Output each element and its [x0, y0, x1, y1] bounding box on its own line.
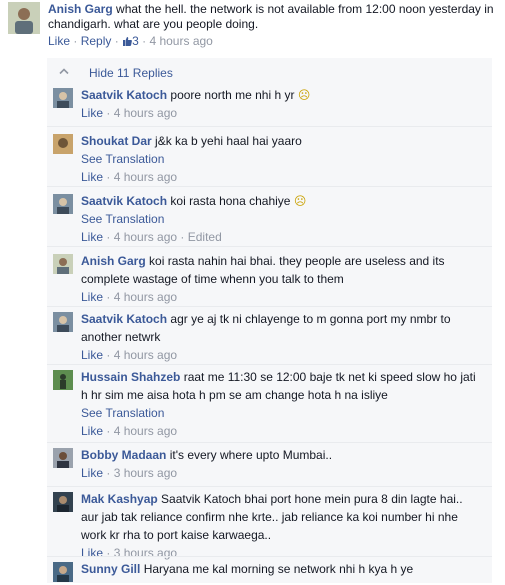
divider	[47, 306, 492, 307]
replies-panel: Hide 11 Replies Saatvik Katoch poore nor…	[47, 58, 492, 583]
divider	[47, 186, 492, 187]
reply-body: Saatvik Katoch koi rasta hona chahiye ☹ …	[81, 192, 481, 246]
reply-actions: Like · 4 hours ago	[81, 348, 178, 362]
timestamp[interactable]: 4 hours ago	[149, 34, 212, 48]
see-translation-link[interactable]: See Translation	[81, 406, 164, 420]
like-link[interactable]: Like	[81, 424, 103, 438]
reply-body: Shoukat Dar j&k ka b yehi haal hai yaaro…	[81, 132, 481, 186]
reply-body: Anish Garg koi rasta nahin hai bhai. the…	[81, 252, 481, 306]
reply-actions: Like · 4 hours ago	[81, 290, 178, 304]
reply-author[interactable]: Anish Garg	[81, 254, 146, 268]
avatar[interactable]	[53, 312, 73, 332]
reply-author[interactable]: Saatvik Katoch	[81, 312, 167, 326]
reply-body: Hussain Shahzeb raat me 11:30 se 12:00 b…	[81, 368, 481, 440]
comment-body: Anish Garg what the hell. the network is…	[48, 2, 498, 49]
reply-author[interactable]: Bobby Madaan	[81, 448, 166, 462]
timestamp[interactable]: 4 hours ago	[114, 230, 177, 244]
avatar[interactable]	[53, 492, 73, 512]
reply-text: it's every where upto Mumbai..	[169, 448, 333, 462]
hide-replies-label[interactable]: Hide 11 Replies	[89, 66, 173, 80]
reply-text: poore north me nhi h yr	[170, 88, 295, 102]
reply-actions: Like · 4 hours ago	[81, 106, 178, 120]
frown-emoticon-icon: ☹	[293, 194, 307, 208]
comment-text: what the hell. the network is not availa…	[48, 2, 494, 31]
frown-emoticon-icon: ☹	[297, 88, 311, 102]
avatar[interactable]	[53, 370, 73, 390]
like-link[interactable]: Like	[81, 290, 103, 304]
divider	[47, 364, 492, 365]
divider	[47, 246, 492, 247]
reply-text: Haryana me kal morning se network nhi h …	[143, 562, 414, 576]
reply-author[interactable]: Saatvik Katoch	[81, 88, 167, 102]
timestamp[interactable]: 4 hours ago	[114, 170, 177, 184]
like-link[interactable]: Like	[81, 546, 103, 560]
reply-author[interactable]: Shoukat Dar	[81, 134, 152, 148]
avatar[interactable]	[53, 562, 73, 582]
thumbs-up-icon	[123, 37, 132, 46]
hide-replies-toggle[interactable]: Hide 11 Replies	[47, 64, 492, 82]
avatar[interactable]	[53, 88, 73, 108]
like-link[interactable]: Like	[81, 230, 103, 244]
reply-body: Saatvik Katoch agr ye aj tk ni chlayenge…	[81, 310, 481, 364]
see-translation-link[interactable]: See Translation	[81, 212, 164, 226]
reply-author[interactable]: Sunny Gill	[81, 562, 140, 576]
timestamp[interactable]: 4 hours ago	[114, 106, 177, 120]
comment-author[interactable]: Anish Garg	[48, 2, 113, 16]
reply-body: Bobby Madaan it's every where upto Mumba…	[81, 446, 481, 482]
like-link[interactable]: Like	[81, 106, 103, 120]
reply-text: j&k ka b yehi haal hai yaaro	[155, 134, 302, 148]
like-link[interactable]: Like	[81, 170, 103, 184]
like-count[interactable]: 3	[122, 34, 142, 48]
avatar[interactable]	[53, 448, 73, 468]
reply-author[interactable]: Saatvik Katoch	[81, 194, 167, 208]
chevron-up-icon	[59, 68, 69, 75]
timestamp[interactable]: 4 hours ago	[114, 290, 177, 304]
reply-actions: Like · 4 hours ago	[81, 170, 178, 184]
reply-actions: Like · 4 hours ago	[81, 424, 178, 438]
timestamp[interactable]: 3 hours ago	[114, 466, 177, 480]
timestamp[interactable]: 4 hours ago	[114, 348, 177, 362]
like-link[interactable]: Like	[48, 34, 70, 48]
avatar[interactable]	[53, 254, 73, 274]
reply-body: Mak Kashyap Saatvik Katoch bhai port hon…	[81, 490, 481, 562]
avatar[interactable]	[53, 194, 73, 214]
edited-label[interactable]: Edited	[188, 230, 222, 244]
divider	[47, 556, 492, 557]
reply-actions: Like · 4 hours ago · Edited	[81, 230, 222, 244]
reply-author[interactable]: Mak Kashyap	[81, 492, 158, 506]
see-translation-link[interactable]: See Translation	[81, 152, 164, 166]
reply-actions: Like · 3 hours ago	[81, 466, 178, 480]
like-link[interactable]: Like	[81, 466, 103, 480]
avatar[interactable]	[8, 2, 40, 34]
like-link[interactable]: Like	[81, 348, 103, 362]
reply-body: Sunny Gill Haryana me kal morning se net…	[81, 560, 481, 578]
reply-author[interactable]: Hussain Shahzeb	[81, 370, 180, 384]
avatar[interactable]	[53, 134, 73, 154]
reply-body: Saatvik Katoch poore north me nhi h yr ☹…	[81, 86, 481, 122]
reply-text: koi rasta hona chahiye	[170, 194, 291, 208]
comment-actions: Like · Reply · 3 · 4 hours ago	[48, 34, 213, 48]
timestamp[interactable]: 3 hours ago	[114, 546, 177, 560]
reply-link[interactable]: Reply	[81, 34, 112, 48]
timestamp[interactable]: 4 hours ago	[114, 424, 177, 438]
divider	[47, 486, 492, 487]
divider	[47, 126, 492, 127]
top-comment: Anish Garg what the hell. the network is…	[8, 0, 498, 58]
divider	[47, 442, 492, 443]
